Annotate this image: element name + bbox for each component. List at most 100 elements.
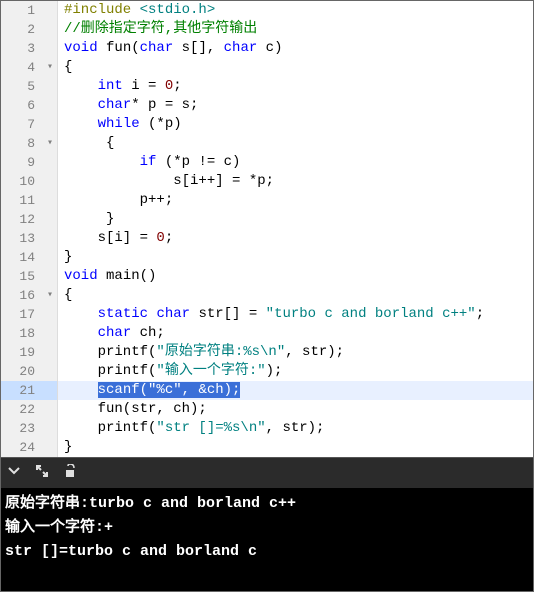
console-line: 输入一个字符:+ — [5, 516, 529, 540]
line-number: 8 — [1, 134, 43, 153]
line-number: 10 — [1, 172, 43, 191]
console-toolbar — [1, 457, 533, 488]
code-text[interactable]: } — [58, 248, 533, 267]
fold-marker — [43, 229, 58, 248]
code-line[interactable]: 9 if (*p != c) — [1, 153, 533, 172]
fold-marker — [43, 77, 58, 96]
line-number: 3 — [1, 39, 43, 58]
fold-marker — [43, 324, 58, 343]
code-text[interactable]: { — [58, 134, 533, 153]
code-text[interactable]: { — [58, 58, 533, 77]
code-editor[interactable]: 1#include <stdio.h>2 //删除指定字符,其他字符输出 3 void… — [1, 1, 533, 457]
fold-marker — [43, 172, 58, 191]
code-text[interactable]: if (*p != c) — [58, 153, 533, 172]
stop-icon[interactable] — [63, 464, 77, 483]
fold-marker — [43, 191, 58, 210]
code-line[interactable]: 24} — [1, 438, 533, 457]
code-text[interactable]: //删除指定字符,其他字符输出 — [58, 20, 533, 39]
code-text[interactable]: s[i] = 0; — [58, 229, 533, 248]
line-number: 20 — [1, 362, 43, 381]
console-line: 原始字符串:turbo c and borland c++ — [5, 492, 529, 516]
code-text[interactable]: { — [58, 286, 533, 305]
chevron-down-icon[interactable] — [7, 464, 21, 483]
line-number: 19 — [1, 343, 43, 362]
code-text[interactable]: } — [58, 210, 533, 229]
line-number: 23 — [1, 419, 43, 438]
fold-marker[interactable]: ▾ — [43, 286, 58, 305]
fold-marker — [43, 400, 58, 419]
fold-marker[interactable]: ▾ — [43, 58, 58, 77]
line-number: 9 — [1, 153, 43, 172]
line-number: 11 — [1, 191, 43, 210]
code-line[interactable]: 10 s[i++] = *p; — [1, 172, 533, 191]
code-text[interactable]: void fun(char s[], char c) — [58, 39, 533, 58]
code-line[interactable]: 21 scanf("%c", &ch); — [1, 381, 533, 400]
fold-marker — [43, 343, 58, 362]
line-number: 7 — [1, 115, 43, 134]
code-line[interactable]: 12 } — [1, 210, 533, 229]
code-line[interactable]: 6 char* p = s; — [1, 96, 533, 115]
line-number: 24 — [1, 438, 43, 457]
code-text[interactable]: static char str[] = "turbo c and borland… — [58, 305, 533, 324]
line-number: 16 — [1, 286, 43, 305]
line-number: 2 — [1, 20, 43, 39]
code-line[interactable]: 16▾{ — [1, 286, 533, 305]
fold-marker — [43, 115, 58, 134]
code-line[interactable]: 4▾{ — [1, 58, 533, 77]
code-text[interactable]: void main() — [58, 267, 533, 286]
console-output: 原始字符串:turbo c and borland c++输入一个字符:+str… — [1, 488, 533, 591]
fold-marker[interactable]: ▾ — [43, 134, 58, 153]
code-text[interactable]: char ch; — [58, 324, 533, 343]
code-text[interactable]: while (*p) — [58, 115, 533, 134]
line-number: 14 — [1, 248, 43, 267]
code-text[interactable]: p++; — [58, 191, 533, 210]
code-text[interactable]: int i = 0; — [58, 77, 533, 96]
line-number: 6 — [1, 96, 43, 115]
code-text[interactable]: scanf("%c", &ch); — [58, 381, 533, 400]
line-number: 4 — [1, 58, 43, 77]
line-number: 17 — [1, 305, 43, 324]
code-text[interactable]: printf("原始字符串:%s\n", str); — [58, 343, 533, 362]
code-line[interactable]: 18 char ch; — [1, 324, 533, 343]
code-text[interactable]: #include <stdio.h> — [58, 1, 533, 20]
line-number: 12 — [1, 210, 43, 229]
expand-icon[interactable] — [35, 464, 49, 483]
fold-marker — [43, 381, 58, 400]
code-line[interactable]: 23 printf("str []=%s\n", str); — [1, 419, 533, 438]
code-text[interactable]: s[i++] = *p; — [58, 172, 533, 191]
code-text[interactable]: } — [58, 438, 533, 457]
fold-marker — [43, 96, 58, 115]
code-line[interactable]: 8▾ { — [1, 134, 533, 153]
code-line[interactable]: 7 while (*p) — [1, 115, 533, 134]
code-line[interactable]: 5 int i = 0; — [1, 77, 533, 96]
code-line[interactable]: 1#include <stdio.h> — [1, 1, 533, 20]
fold-marker — [43, 248, 58, 267]
code-line[interactable]: 20 printf("输入一个字符:"); — [1, 362, 533, 381]
code-text[interactable]: fun(str, ch); — [58, 400, 533, 419]
line-number: 15 — [1, 267, 43, 286]
fold-marker — [43, 210, 58, 229]
line-number: 13 — [1, 229, 43, 248]
code-line[interactable]: 17 static char str[] = "turbo c and borl… — [1, 305, 533, 324]
code-text[interactable]: char* p = s; — [58, 96, 533, 115]
code-line[interactable]: 2 //删除指定字符,其他字符输出 — [1, 20, 533, 39]
fold-marker — [43, 305, 58, 324]
fold-marker — [43, 20, 58, 39]
code-line[interactable]: 22 fun(str, ch); — [1, 400, 533, 419]
fold-marker — [43, 419, 58, 438]
fold-marker — [43, 1, 58, 20]
line-number: 5 — [1, 77, 43, 96]
line-number: 22 — [1, 400, 43, 419]
code-text[interactable]: printf("str []=%s\n", str); — [58, 419, 533, 438]
code-line[interactable]: 13 s[i] = 0; — [1, 229, 533, 248]
fold-marker — [43, 362, 58, 381]
selection: scanf("%c", &ch); — [98, 382, 241, 398]
code-line[interactable]: 19 printf("原始字符串:%s\n", str); — [1, 343, 533, 362]
code-line[interactable]: 15 void main() — [1, 267, 533, 286]
code-line[interactable]: 14} — [1, 248, 533, 267]
code-line[interactable]: 3 void fun(char s[], char c) — [1, 39, 533, 58]
editor-window: 1#include <stdio.h>2 //删除指定字符,其他字符输出 3 void… — [0, 0, 534, 592]
code-text[interactable]: printf("输入一个字符:"); — [58, 362, 533, 381]
fold-marker — [43, 39, 58, 58]
code-line[interactable]: 11 p++; — [1, 191, 533, 210]
